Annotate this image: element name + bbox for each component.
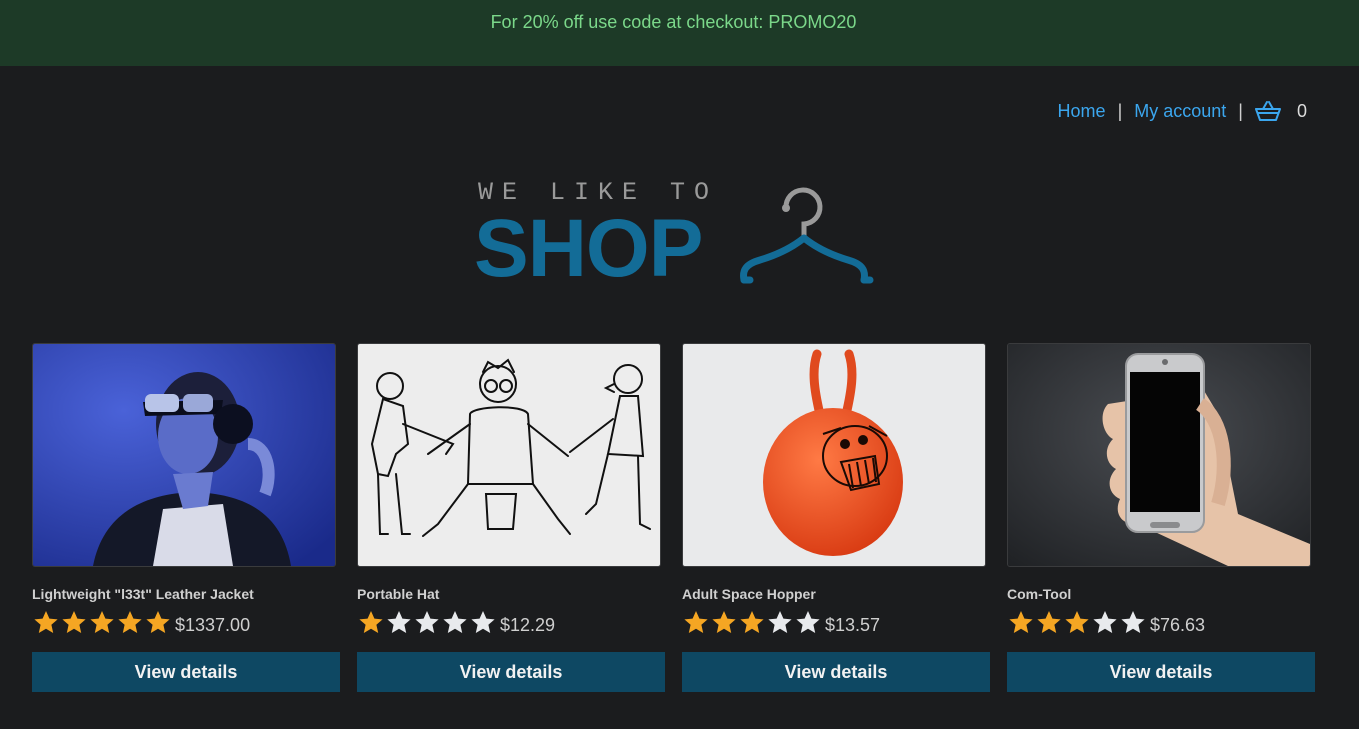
- star-filled-icon: [1037, 611, 1061, 633]
- site-logo[interactable]: WE LIKE TO SHOP: [474, 176, 876, 290]
- star-empty-icon: [471, 611, 495, 633]
- star-rating: [1007, 609, 1147, 635]
- product-card: Lightweight "l33t" Leather Jacket $1337.…: [32, 343, 340, 692]
- product-image[interactable]: [357, 343, 661, 567]
- woman-headphones-photo: [33, 344, 335, 566]
- product-rating-row: $76.63: [1007, 607, 1315, 637]
- product-image[interactable]: [32, 343, 336, 567]
- clothes-hanger-icon: [740, 187, 874, 284]
- star-filled-icon: [1065, 611, 1089, 633]
- promo-text: For 20% off use code at checkout: PROMO2…: [490, 12, 857, 32]
- star-filled-icon: [1009, 611, 1033, 633]
- view-details-button[interactable]: View details: [357, 652, 665, 692]
- star-empty-icon: [443, 611, 467, 633]
- product-price: $13.57: [825, 614, 881, 635]
- star-filled-icon: [90, 611, 114, 633]
- product-name[interactable]: Com-Tool: [1007, 586, 1315, 604]
- product-price: $1337.00: [175, 614, 251, 635]
- star-empty-icon: [415, 611, 439, 633]
- sketch-illustration: [358, 344, 660, 566]
- basket-icon: [1254, 101, 1281, 121]
- cart-count: 0: [1296, 100, 1307, 121]
- star-filled-icon: [359, 611, 383, 633]
- star-filled-icon: [34, 611, 58, 633]
- product-rating-row: $13.57: [682, 607, 990, 637]
- product-card: Portable Hat $12.29 View details: [357, 343, 665, 692]
- cart-button[interactable]: 0: [1254, 100, 1307, 122]
- view-details-button[interactable]: View details: [1007, 652, 1315, 692]
- view-details-button[interactable]: View details: [32, 652, 340, 692]
- star-filled-icon: [684, 611, 708, 633]
- star-filled-icon: [118, 611, 142, 633]
- orange-space-hopper-photo: [683, 344, 985, 566]
- product-rating-row: $12.29: [357, 607, 665, 637]
- nav-my-account-link[interactable]: My account: [1134, 101, 1226, 122]
- star-filled-icon: [146, 611, 170, 633]
- star-rating: [32, 609, 172, 635]
- star-empty-icon: [1093, 611, 1117, 633]
- nav-home-link[interactable]: Home: [1058, 101, 1106, 122]
- view-details-button[interactable]: View details: [682, 652, 990, 692]
- star-empty-icon: [387, 611, 411, 633]
- product-name[interactable]: Lightweight "l33t" Leather Jacket: [32, 586, 340, 604]
- nav-separator: |: [1238, 100, 1243, 121]
- product-rating-row: $1337.00: [32, 607, 340, 637]
- product-card: Com-Tool $76.63 View details: [1007, 343, 1315, 692]
- top-navigation: Home | My account | 0: [1058, 98, 1307, 124]
- star-filled-icon: [712, 611, 736, 633]
- product-card: Adult Space Hopper $13.57 View details: [682, 343, 990, 692]
- logo-wordmark: SHOP: [474, 203, 703, 294]
- star-empty-icon: [796, 611, 820, 633]
- product-name[interactable]: Portable Hat: [357, 586, 665, 604]
- star-empty-icon: [1121, 611, 1145, 633]
- nav-separator: |: [1117, 100, 1123, 121]
- star-empty-icon: [768, 611, 792, 633]
- promo-banner: For 20% off use code at checkout: PROMO2…: [0, 0, 1359, 66]
- hand-smartphone-photo: [1008, 344, 1310, 566]
- product-price: $76.63: [1150, 614, 1206, 635]
- product-name[interactable]: Adult Space Hopper: [682, 586, 990, 604]
- product-grid: Lightweight "l33t" Leather Jacket $1337.…: [32, 343, 1322, 703]
- star-rating: [682, 609, 822, 635]
- product-image[interactable]: [1007, 343, 1311, 567]
- star-rating: [357, 609, 497, 635]
- product-image[interactable]: [682, 343, 986, 567]
- product-price: $12.29: [500, 614, 556, 635]
- star-filled-icon: [740, 611, 764, 633]
- star-filled-icon: [62, 611, 86, 633]
